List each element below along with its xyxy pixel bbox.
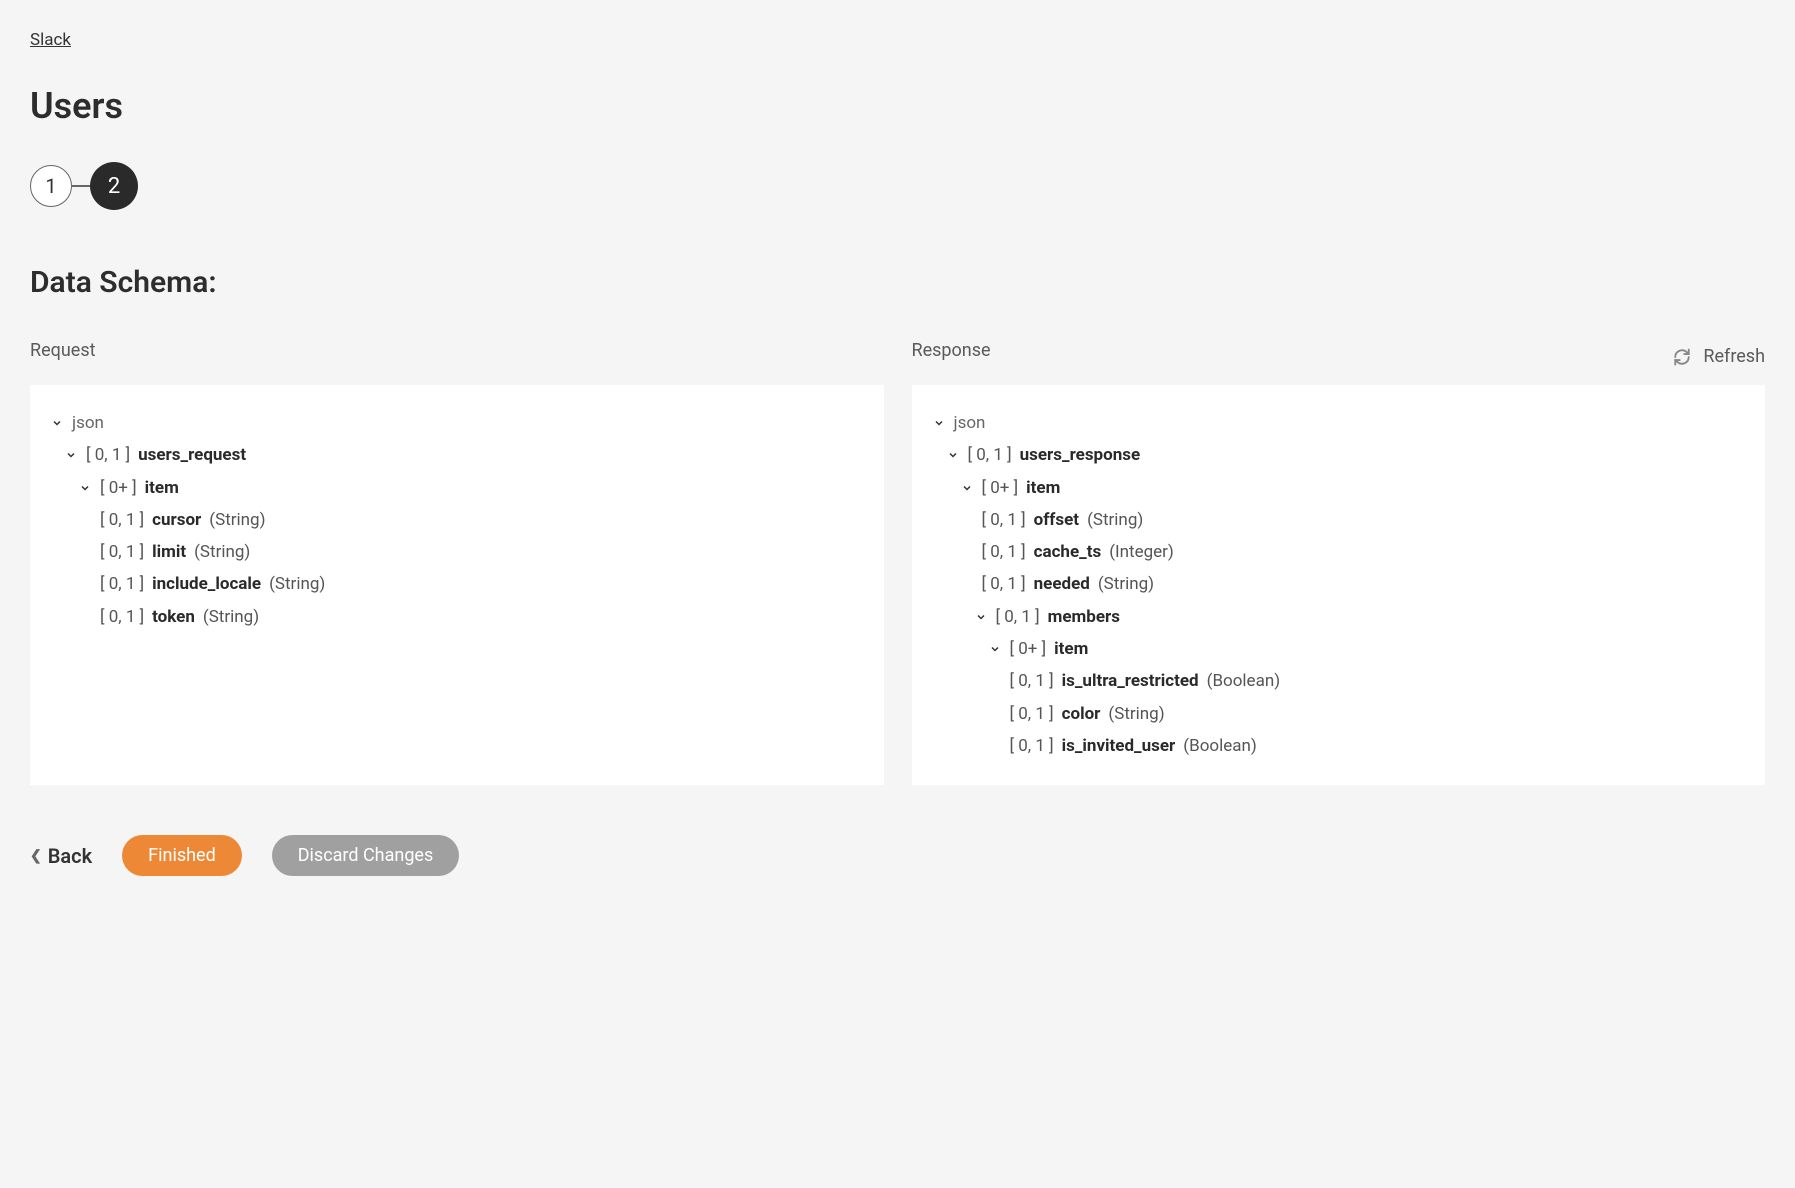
step-connector: [72, 185, 90, 187]
tree-row: [ 0, 1 ] cache_ts (Integer): [932, 536, 1746, 568]
cardinality: [ 0, 1 ]: [100, 536, 144, 568]
field-name: token: [152, 601, 195, 633]
field-name: color: [1062, 698, 1101, 730]
chevron-down-icon[interactable]: [64, 448, 78, 462]
field-name: users_response: [1020, 439, 1141, 471]
field-name: item: [145, 472, 179, 504]
chevron-down-icon[interactable]: [50, 416, 64, 430]
field-name: offset: [1034, 504, 1079, 536]
tree-row: [ 0, 1 ] cursor (String): [50, 504, 864, 536]
tree-row: [ 0, 1 ] offset (String): [932, 504, 1746, 536]
field-type: (String): [209, 504, 265, 536]
chevron-down-icon[interactable]: [988, 642, 1002, 656]
field-name: include_locale: [152, 568, 261, 600]
tree-row: [ 0, 1 ] include_locale (String): [50, 568, 864, 600]
field-type: (String): [194, 536, 250, 568]
cardinality: [ 0, 1 ]: [1010, 730, 1054, 762]
cardinality: [ 0+ ]: [982, 472, 1019, 504]
field-type: (Boolean): [1207, 665, 1281, 697]
field-name: limit: [152, 536, 186, 568]
tree-row: [ 0, 1 ] color (String): [932, 698, 1746, 730]
field-name: users_request: [138, 439, 246, 471]
step-2[interactable]: 2: [90, 162, 138, 210]
chevron-down-icon[interactable]: [932, 416, 946, 430]
field-type: (String): [203, 601, 259, 633]
field-name: is_ultra_restricted: [1062, 665, 1199, 697]
tree-row[interactable]: [ 0+ ] item: [932, 633, 1746, 665]
field-type: (Boolean): [1183, 730, 1257, 762]
cardinality: [ 0, 1 ]: [982, 536, 1026, 568]
request-column: json [ 0, 1 ] users_request[ 0+ ] item[ …: [30, 385, 884, 785]
refresh-icon: [1673, 348, 1691, 366]
page-title: Users: [30, 85, 1765, 127]
field-type: (String): [1087, 504, 1143, 536]
cardinality: [ 0, 1 ]: [982, 504, 1026, 536]
tree-root[interactable]: json: [50, 407, 864, 439]
chevron-down-icon[interactable]: [78, 481, 92, 495]
request-schema-panel: json [ 0, 1 ] users_request[ 0+ ] item[ …: [30, 385, 884, 785]
tree-row: [ 0, 1 ] is_ultra_restricted (Boolean): [932, 665, 1746, 697]
chevron-down-icon[interactable]: [974, 610, 988, 624]
tree-row[interactable]: [ 0, 1 ] users_response: [932, 439, 1746, 471]
cardinality: [ 0, 1 ]: [100, 504, 144, 536]
field-type: (String): [269, 568, 325, 600]
finished-button[interactable]: Finished: [122, 835, 242, 876]
tree-row: [ 0, 1 ] is_invited_user (Boolean): [932, 730, 1746, 762]
cardinality: [ 0, 1 ]: [1010, 665, 1054, 697]
cardinality: [ 0, 1 ]: [968, 439, 1012, 471]
footer: ❮ Back Finished Discard Changes: [30, 835, 1765, 876]
step-1[interactable]: 1: [30, 165, 72, 207]
field-name: item: [1054, 633, 1088, 665]
back-button[interactable]: ❮ Back: [30, 844, 92, 868]
response-column: json [ 0, 1 ] users_response[ 0+ ] item[…: [912, 385, 1766, 785]
chevron-down-icon[interactable]: [946, 448, 960, 462]
field-name: is_invited_user: [1062, 730, 1176, 762]
response-schema-panel: json [ 0, 1 ] users_response[ 0+ ] item[…: [912, 385, 1766, 785]
field-name: item: [1026, 472, 1060, 504]
cardinality: [ 0, 1 ]: [1010, 698, 1054, 730]
response-column-label: Response: [912, 340, 991, 361]
refresh-label: Refresh: [1703, 346, 1765, 367]
field-name: needed: [1034, 568, 1090, 600]
breadcrumb-link[interactable]: Slack: [30, 30, 71, 50]
field-name: cache_ts: [1034, 536, 1102, 568]
tree-row[interactable]: [ 0+ ] item: [932, 472, 1746, 504]
tree-row: [ 0, 1 ] token (String): [50, 601, 864, 633]
field-type: (Integer): [1109, 536, 1174, 568]
refresh-button[interactable]: Refresh: [1673, 346, 1765, 367]
tree-row: [ 0, 1 ] limit (String): [50, 536, 864, 568]
field-name: members: [1048, 601, 1120, 633]
tree-row[interactable]: [ 0, 1 ] members: [932, 601, 1746, 633]
cardinality: [ 0, 1 ]: [100, 568, 144, 600]
field-type: (String): [1108, 698, 1164, 730]
cardinality: [ 0, 1 ]: [996, 601, 1040, 633]
field-name: cursor: [152, 504, 201, 536]
section-title: Data Schema:: [30, 265, 1765, 300]
chevron-down-icon[interactable]: [960, 481, 974, 495]
tree-row: [ 0, 1 ] needed (String): [932, 568, 1746, 600]
tree-row[interactable]: [ 0, 1 ] users_request: [50, 439, 864, 471]
tree-row[interactable]: [ 0+ ] item: [50, 472, 864, 504]
cardinality: [ 0, 1 ]: [86, 439, 130, 471]
request-tree: json [ 0, 1 ] users_request[ 0+ ] item[ …: [50, 407, 864, 633]
chevron-left-icon: ❮: [30, 848, 42, 864]
request-column-label: Request: [30, 340, 884, 361]
cardinality: [ 0, 1 ]: [982, 568, 1026, 600]
field-type: (String): [1098, 568, 1154, 600]
response-tree: json [ 0, 1 ] users_response[ 0+ ] item[…: [932, 407, 1746, 762]
cardinality: [ 0, 1 ]: [100, 601, 144, 633]
cardinality: [ 0+ ]: [100, 472, 137, 504]
stepper: 1 2: [30, 162, 1765, 210]
tree-root[interactable]: json: [932, 407, 1746, 439]
cardinality: [ 0+ ]: [1010, 633, 1047, 665]
discard-button[interactable]: Discard Changes: [272, 835, 460, 876]
